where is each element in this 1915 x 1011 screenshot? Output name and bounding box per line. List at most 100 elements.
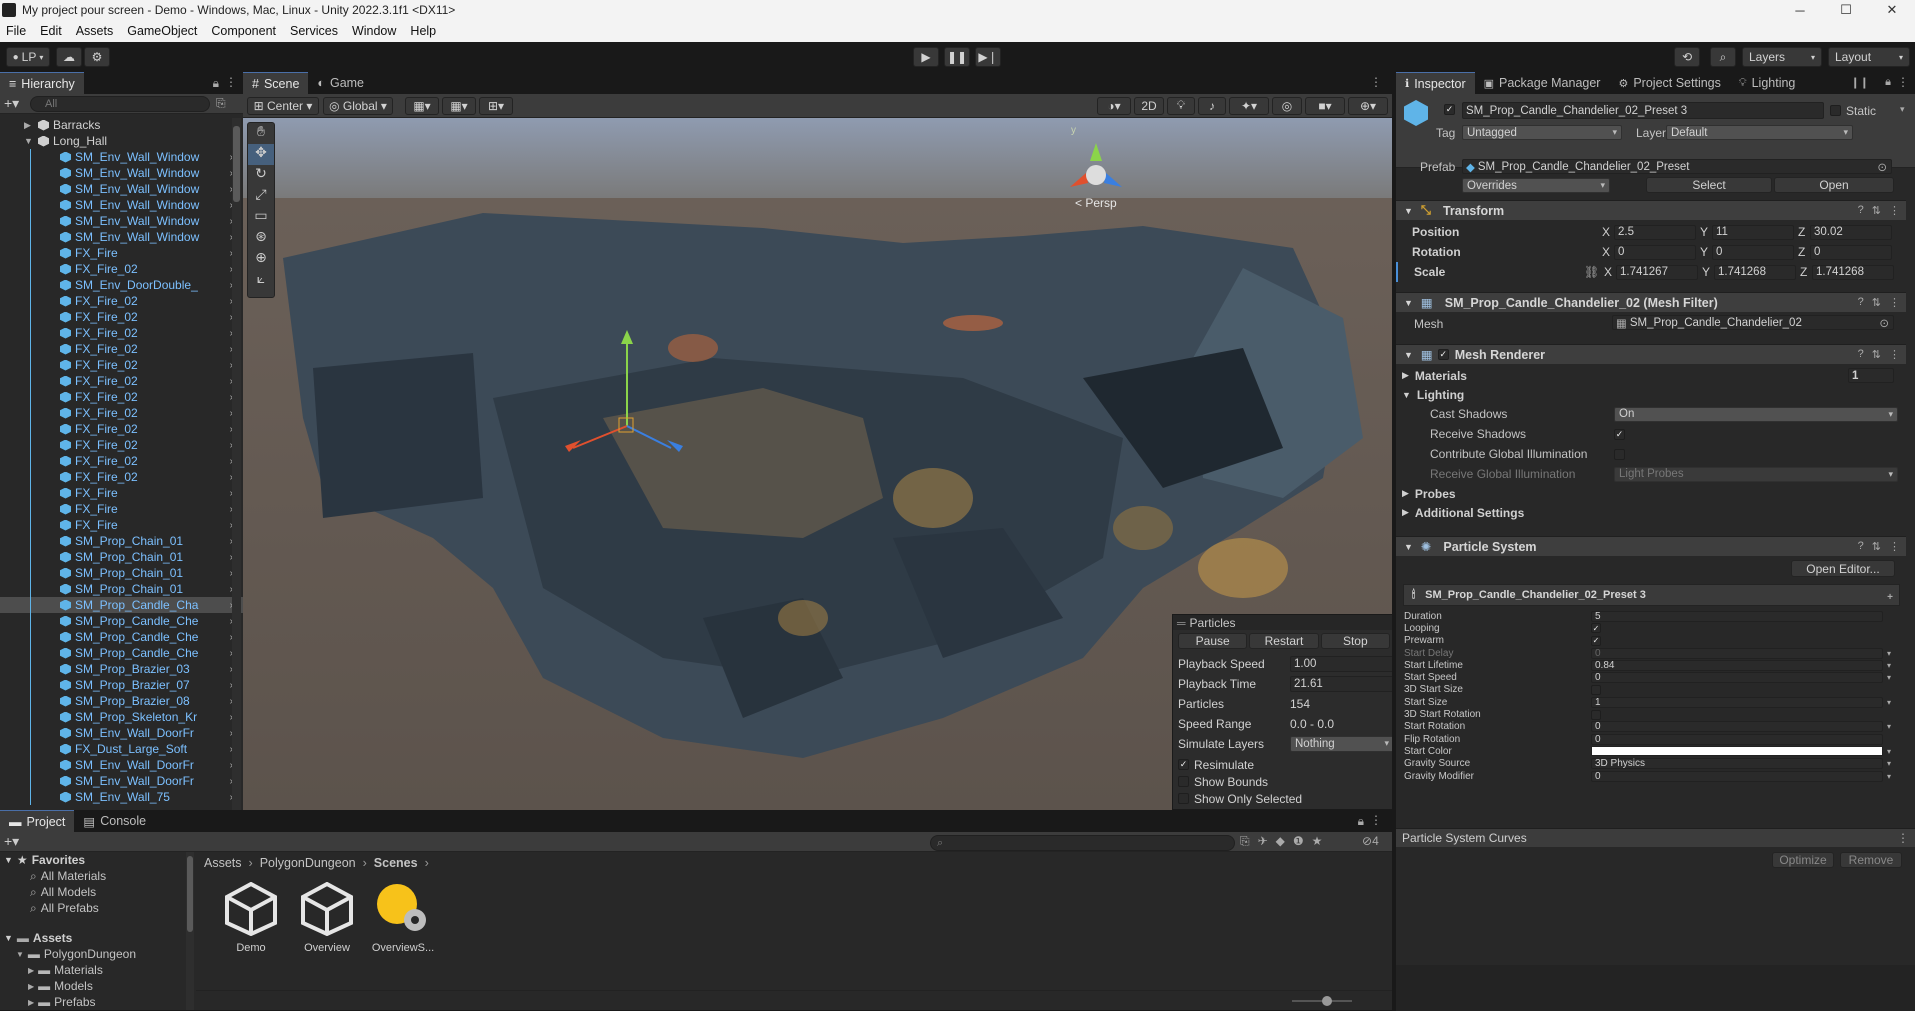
chevron-down-icon[interactable]: ▾ xyxy=(1887,759,1891,768)
project-folder-item[interactable]: ▶ ▬ Materials xyxy=(0,962,196,978)
hierarchy-item[interactable]: SM_Env_Wall_DoorFr› xyxy=(0,757,243,773)
particle-row-field[interactable]: 0 xyxy=(1591,721,1883,733)
preset-icon[interactable]: ⇅ xyxy=(1872,204,1881,217)
chevron-right-icon[interactable]: ▶ xyxy=(24,120,31,131)
project-folder-item[interactable]: ▶ ▬ Models xyxy=(0,978,196,994)
layers-dropdown[interactable]: Layers ▾ xyxy=(1742,47,1822,67)
hierarchy-item[interactable]: FX_Fire_02› xyxy=(0,341,243,357)
hierarchy-item[interactable]: SM_Prop_Candle_Che› xyxy=(0,645,243,661)
increment-snap-icon[interactable]: ⊞▾ xyxy=(479,96,513,115)
collab-icon[interactable]: ⚙ xyxy=(84,47,110,67)
hierarchy-item[interactable]: SM_Prop_Chain_01› xyxy=(0,565,243,581)
preset-icon[interactable]: ⇅ xyxy=(1872,348,1881,361)
hierarchy-item[interactable]: FX_Dust_Large_Soft› xyxy=(0,741,243,757)
menu-edit[interactable]: Edit xyxy=(34,24,70,38)
particles-stop-button[interactable]: Stop xyxy=(1320,633,1390,649)
particle-row-field[interactable]: 0 xyxy=(1591,672,1883,684)
particle-row-checkbox[interactable]: ✓ xyxy=(1591,623,1601,634)
hierarchy-item[interactable]: SM_Prop_Chain_01› xyxy=(0,581,243,597)
hierarchy-search-input[interactable]: All xyxy=(30,95,210,112)
tag-dropdown[interactable]: Untagged xyxy=(1462,125,1622,140)
chevron-down-icon[interactable]: ▾ xyxy=(1887,661,1891,670)
tab-overflow-icon[interactable]: ❙❙ xyxy=(1851,76,1869,89)
menu-assets[interactable]: Assets xyxy=(70,24,122,38)
static-dropdown-icon[interactable]: ▾ xyxy=(1900,104,1905,115)
search-mode-icon[interactable]: ⎘ xyxy=(216,96,226,111)
particles-toggle[interactable]: ✓ Resimulate xyxy=(1173,756,1392,773)
particle-row-checkbox[interactable] xyxy=(1591,684,1601,695)
hierarchy-item[interactable]: SM_Prop_Chain_01› xyxy=(0,533,243,549)
chevron-down-icon[interactable]: ▾ xyxy=(1887,722,1891,731)
hierarchy-item[interactable]: FX_Fire_02› xyxy=(0,309,243,325)
mesh-renderer-enabled-checkbox[interactable]: ✓ xyxy=(1437,349,1449,360)
more-icon[interactable]: ⋮ xyxy=(1889,204,1900,217)
favorite-item[interactable]: ⌕ All Materials xyxy=(0,868,196,884)
particles-pause-button[interactable]: Pause xyxy=(1178,633,1248,649)
menu-help[interactable]: Help xyxy=(404,24,444,38)
breadcrumb-item[interactable]: PolygonDungeon xyxy=(260,856,356,870)
step-button[interactable]: ▶❘ xyxy=(975,47,1001,67)
tab-project[interactable]: ▬ Project xyxy=(0,810,75,832)
close-button[interactable]: ✕ xyxy=(1869,0,1915,20)
particle-system-header[interactable]: ▼ ✺ Particle System ? ⇅ ⋮ xyxy=(1396,536,1906,556)
hierarchy-item[interactable]: FX_Fire_02› xyxy=(0,261,243,277)
preset-icon[interactable]: ⇅ xyxy=(1872,540,1881,553)
space-dropdown[interactable]: ◎ Global ▾ xyxy=(323,96,393,115)
hand-tool-icon[interactable]: ✋︎ xyxy=(248,123,274,144)
tab-scene[interactable]: # Scene xyxy=(243,72,309,94)
hierarchy-item[interactable]: FX_Fire_02› xyxy=(0,469,243,485)
tree-scrollbar[interactable] xyxy=(186,852,194,1010)
lock-icon[interactable]: 🔒︎ xyxy=(213,76,219,91)
particle-row-field[interactable]: 0 xyxy=(1591,733,1883,745)
lock-icon[interactable]: 🔒︎ xyxy=(1358,814,1364,829)
chevron-right-icon[interactable]: ▶ xyxy=(28,998,34,1007)
hierarchy-item[interactable]: FX_Fire_02› xyxy=(0,325,243,341)
chevron-down-icon[interactable]: ▼ xyxy=(16,950,24,959)
more-icon[interactable]: ⋮ xyxy=(1889,296,1900,309)
transform-position-z-field[interactable]: 30.02 xyxy=(1810,224,1892,240)
icon-size-slider[interactable] xyxy=(1292,996,1352,1006)
scene-viewport[interactable]: y < Persp ✋︎ ✥ ↻ ⤢ ▭ ⊛ ⊕ ⟀ ═ Particles Pa… xyxy=(243,118,1392,810)
mesh-renderer-header[interactable]: ▼ ▦ ✓ Mesh Renderer ? ⇅ ⋮ xyxy=(1396,344,1906,364)
hierarchy-item[interactable]: SM_Env_Wall_DoorFr› xyxy=(0,725,243,741)
hierarchy-item[interactable]: FX_Fire_02› xyxy=(0,437,243,453)
transform-position-x-field[interactable]: 2.5 xyxy=(1614,224,1696,240)
transform-scale-z-field[interactable]: 1.741268 xyxy=(1812,264,1894,280)
favorite-item[interactable]: ⌕ All Models xyxy=(0,884,196,900)
open-button[interactable]: Open xyxy=(1774,177,1894,193)
hierarchy-item[interactable]: SM_Prop_Candle_Che› xyxy=(0,613,243,629)
history-icon[interactable]: ⟲ xyxy=(1674,47,1700,67)
transform-rotation-x-field[interactable]: 0 xyxy=(1614,244,1696,260)
cloud-icon[interactable]: ☁ xyxy=(56,47,82,67)
grid-icon[interactable]: ▦▾ xyxy=(442,96,476,115)
rect-tool-icon[interactable]: ▭ xyxy=(248,207,274,228)
asset-item[interactable]: Demo xyxy=(220,881,282,954)
persp-label[interactable]: < Persp xyxy=(1075,196,1117,210)
hierarchy-item[interactable]: SM_Env_Wall_Window› xyxy=(0,213,243,229)
layer-dropdown[interactable]: Default xyxy=(1666,125,1853,140)
breadcrumb-item[interactable]: Assets xyxy=(204,856,242,870)
help-icon[interactable]: ? xyxy=(1858,204,1864,217)
create-icon[interactable]: +▾ xyxy=(4,833,34,850)
lighting-foldout[interactable]: ▼ Lighting xyxy=(1396,385,1906,404)
hierarchy-item[interactable]: ▼ Long_Hall xyxy=(0,133,243,149)
transform-scale-y-field[interactable]: 1.741268 xyxy=(1714,264,1796,280)
asset-item[interactable]: Overview xyxy=(296,881,358,954)
link-icon[interactable]: ⛓ xyxy=(1584,265,1599,279)
hierarchy-item[interactable]: SM_Prop_Brazier_03› xyxy=(0,661,243,677)
hidden-objects-icon[interactable]: ◎ xyxy=(1272,96,1302,115)
menu-gameobject[interactable]: GameObject xyxy=(121,24,205,38)
project-folder-item[interactable]: ▼ ▬ PolygonDungeon xyxy=(0,946,196,962)
tab-package-manager[interactable]: ▣ Package Manager xyxy=(1475,72,1610,94)
gizmos-icon[interactable]: ⊕▾ xyxy=(1348,96,1388,115)
filter-icons[interactable]: ⎘✈◆❶★ xyxy=(1240,834,1330,849)
active-checkbox[interactable]: ✓ xyxy=(1444,104,1455,115)
help-icon[interactable]: ? xyxy=(1858,348,1864,361)
chevron-down-icon[interactable]: ▾ xyxy=(1887,698,1891,707)
hierarchy-item[interactable]: SM_Prop_Chain_01› xyxy=(0,549,243,565)
assets-foldout[interactable]: ▼ ▬ Assets xyxy=(0,930,196,946)
particle-row-field[interactable]: 0.84 xyxy=(1591,659,1883,671)
receive-gi-dropdown[interactable]: Light Probes xyxy=(1614,466,1898,482)
rotate-tool-icon[interactable]: ↻ xyxy=(248,165,274,186)
materials-foldout[interactable]: ▶ Materials 1 xyxy=(1396,366,1906,385)
